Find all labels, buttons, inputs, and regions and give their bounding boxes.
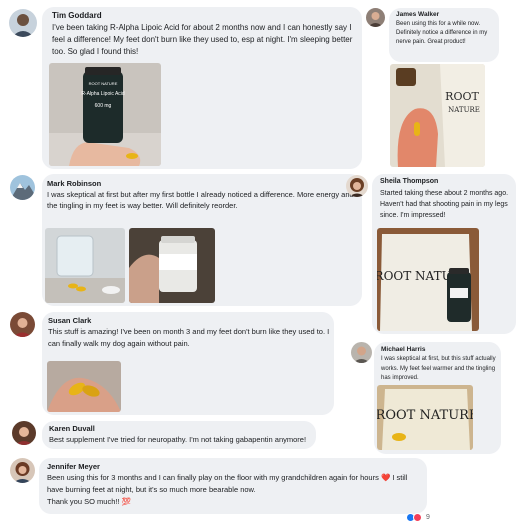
comment-author[interactable]: Karen Duvall bbox=[49, 424, 95, 433]
avatar-james-walker[interactable] bbox=[366, 8, 385, 27]
avatar-tim-goddard[interactable] bbox=[9, 9, 37, 37]
comment-text: Started taking these about 2 months ago.… bbox=[380, 190, 509, 219]
avatar-photo bbox=[9, 9, 37, 37]
avatar-photo bbox=[12, 421, 36, 445]
comment-text-line3: Thank you SO much!! bbox=[47, 497, 120, 506]
heart-emoji: ❤️ bbox=[380, 473, 391, 482]
bag-image: ROOT NATURE bbox=[377, 385, 473, 450]
comment-photo-bottle-in-hand[interactable]: R-Alpha Lipoic Acid 600 mg ROOT NATURE bbox=[49, 63, 161, 166]
avatar-susan-clark[interactable] bbox=[10, 312, 35, 337]
avatar-photo bbox=[10, 175, 35, 200]
comment-photo-capsules-in-hand[interactable] bbox=[47, 361, 121, 412]
bag-brand: ROOT NATURE bbox=[377, 408, 473, 423]
comment-author[interactable]: Tim Goddard bbox=[52, 11, 102, 20]
comment-photo-capsule-in-palm[interactable]: ROOT NATURE bbox=[390, 64, 485, 167]
comment-author[interactable]: James Walker bbox=[396, 11, 439, 18]
comment-photo-holding-bottle[interactable] bbox=[129, 228, 215, 303]
comment-text-line1: Been using this for 3 months and I can f… bbox=[47, 473, 379, 482]
bottle-brand: ROOT NATURE bbox=[89, 81, 118, 86]
comment-author[interactable]: Sheila Thompson bbox=[380, 178, 438, 185]
comment-photo-bag[interactable]: ROOT NATURE bbox=[377, 385, 473, 450]
comment-text: Been using this for 3 months and I can f… bbox=[47, 472, 423, 508]
reaction-count: 9 bbox=[426, 514, 430, 521]
avatar-photo bbox=[346, 175, 368, 197]
reaction-summary[interactable]: 9 bbox=[406, 513, 430, 522]
avatar-photo bbox=[351, 342, 372, 363]
bag-brand-text: ROOT bbox=[445, 90, 479, 103]
comment-photo-glass-capsules[interactable] bbox=[45, 228, 125, 303]
love-reaction-icon bbox=[413, 513, 422, 522]
capsules-in-hand-image bbox=[47, 361, 121, 412]
capsule-in-palm-image: ROOT NATURE bbox=[390, 64, 485, 167]
avatar-michael-harris[interactable] bbox=[351, 342, 372, 363]
bottle-in-hand-image: R-Alpha Lipoic Acid 600 mg ROOT NATURE bbox=[49, 63, 161, 166]
comment-text: This stuff is amazing! I've been on mont… bbox=[48, 327, 330, 348]
holding-bottle-image bbox=[129, 228, 215, 303]
comment-author[interactable]: Jennifer Meyer bbox=[47, 462, 100, 471]
bottle-dose: 600 mg bbox=[95, 103, 112, 109]
comment-text: I was skeptical at first but after my fi… bbox=[47, 190, 354, 210]
avatar-photo bbox=[10, 312, 35, 337]
glass-capsules-image bbox=[45, 228, 125, 303]
avatar-karen-duvall[interactable] bbox=[12, 421, 36, 445]
comment-text: Been using this for a while now. Definit… bbox=[396, 21, 488, 45]
comment-author[interactable]: Mark Robinson bbox=[47, 179, 101, 188]
avatar-mark-robinson[interactable] bbox=[10, 175, 35, 200]
avatar-photo bbox=[10, 458, 35, 483]
comment-photo-bag-and-bottle[interactable]: ROOT NATURE bbox=[377, 228, 479, 331]
bag-and-bottle-image: ROOT NATURE bbox=[377, 228, 479, 331]
comment-author[interactable]: Susan Clark bbox=[48, 316, 91, 325]
comment-text: Best supplement I've tried for neuropath… bbox=[49, 435, 307, 444]
comment-author[interactable]: Michael Harris bbox=[381, 346, 425, 353]
avatar-jennifer-meyer[interactable] bbox=[10, 458, 35, 483]
avatar-sheila-thompson[interactable] bbox=[346, 175, 368, 197]
comment-text: I was skeptical at first, but this stuff… bbox=[381, 356, 496, 381]
hundred-emoji: 💯 bbox=[121, 497, 131, 506]
comment-text: I've been taking R-Alpha Lipoic Acid for… bbox=[52, 23, 353, 56]
bottle-label: R-Alpha Lipoic Acid bbox=[81, 91, 125, 97]
bag-brand-subtext: NATURE bbox=[448, 106, 480, 114]
avatar-photo bbox=[366, 8, 385, 27]
